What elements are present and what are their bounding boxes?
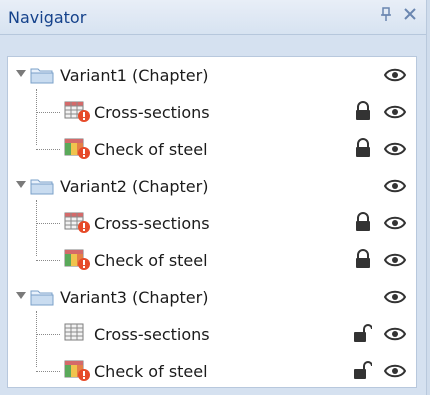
- tree-connector: [36, 223, 60, 224]
- eye-icon[interactable]: [384, 67, 406, 83]
- item-label: Check of steel: [94, 251, 208, 270]
- item-label: Check of steel: [94, 140, 208, 159]
- eye-icon[interactable]: [384, 289, 406, 305]
- chapter-label: Variant2 (Chapter): [60, 177, 209, 196]
- lock-icon[interactable]: [354, 212, 372, 232]
- steel-check-warning-icon: [64, 249, 90, 270]
- eye-icon[interactable]: [384, 178, 406, 194]
- tree-chapter-variant3[interactable]: Variant3 (Chapter): [8, 279, 416, 316]
- sections-grid-icon: [64, 323, 84, 341]
- panel-header: Navigator: [0, 0, 426, 35]
- tree-chapter-variant1[interactable]: Variant1 (Chapter): [8, 57, 416, 94]
- folder-icon: [30, 68, 54, 84]
- steel-check-warning-icon: [64, 360, 90, 381]
- item-label: Cross-sections: [94, 325, 210, 344]
- close-icon[interactable]: [400, 6, 420, 26]
- folder-icon: [30, 290, 54, 306]
- eye-icon[interactable]: [384, 141, 406, 157]
- tree-item-cross-sections[interactable]: Cross-sections: [8, 316, 416, 353]
- tree-view: Variant1 (Chapter) Cross-sections Check …: [7, 56, 417, 388]
- item-label: Cross-sections: [94, 103, 210, 122]
- collapse-arrow-icon[interactable]: [16, 70, 26, 77]
- sections-grid-warning-icon: [64, 101, 90, 122]
- navigator-panel: Navigator Variant1 (Chapter) Cross-secti…: [0, 0, 427, 395]
- chapter-label: Variant1 (Chapter): [60, 66, 209, 85]
- eye-icon[interactable]: [384, 104, 406, 120]
- steel-check-warning-icon: [64, 138, 90, 159]
- tree-connector: [36, 371, 60, 372]
- collapse-arrow-icon[interactable]: [16, 181, 26, 188]
- tree-connector: [36, 112, 60, 113]
- unlock-icon[interactable]: [354, 360, 372, 380]
- eye-icon[interactable]: [384, 252, 406, 268]
- tree-connector: [36, 149, 60, 150]
- tree-item-check-of-steel[interactable]: Check of steel: [8, 353, 416, 390]
- unlock-icon[interactable]: [354, 323, 372, 343]
- tree-item-check-of-steel[interactable]: Check of steel: [8, 242, 416, 279]
- tree-chapter-variant2[interactable]: Variant2 (Chapter): [8, 168, 416, 205]
- item-label: Check of steel: [94, 362, 208, 381]
- folder-icon: [30, 179, 54, 195]
- tree-item-cross-sections[interactable]: Cross-sections: [8, 205, 416, 242]
- tree-item-cross-sections[interactable]: Cross-sections: [8, 94, 416, 131]
- eye-icon[interactable]: [384, 363, 406, 379]
- tree-item-check-of-steel[interactable]: Check of steel: [8, 131, 416, 168]
- sections-grid-warning-icon: [64, 212, 90, 233]
- collapse-arrow-icon[interactable]: [16, 292, 26, 299]
- tree-connector: [36, 334, 60, 335]
- lock-icon[interactable]: [354, 249, 372, 269]
- panel-title: Navigator: [8, 8, 87, 27]
- tree-connector: [36, 260, 60, 261]
- eye-icon[interactable]: [384, 326, 406, 342]
- pin-icon[interactable]: [376, 6, 396, 26]
- lock-icon[interactable]: [354, 138, 372, 158]
- eye-icon[interactable]: [384, 215, 406, 231]
- item-label: Cross-sections: [94, 214, 210, 233]
- chapter-label: Variant3 (Chapter): [60, 288, 209, 307]
- lock-icon[interactable]: [354, 101, 372, 121]
